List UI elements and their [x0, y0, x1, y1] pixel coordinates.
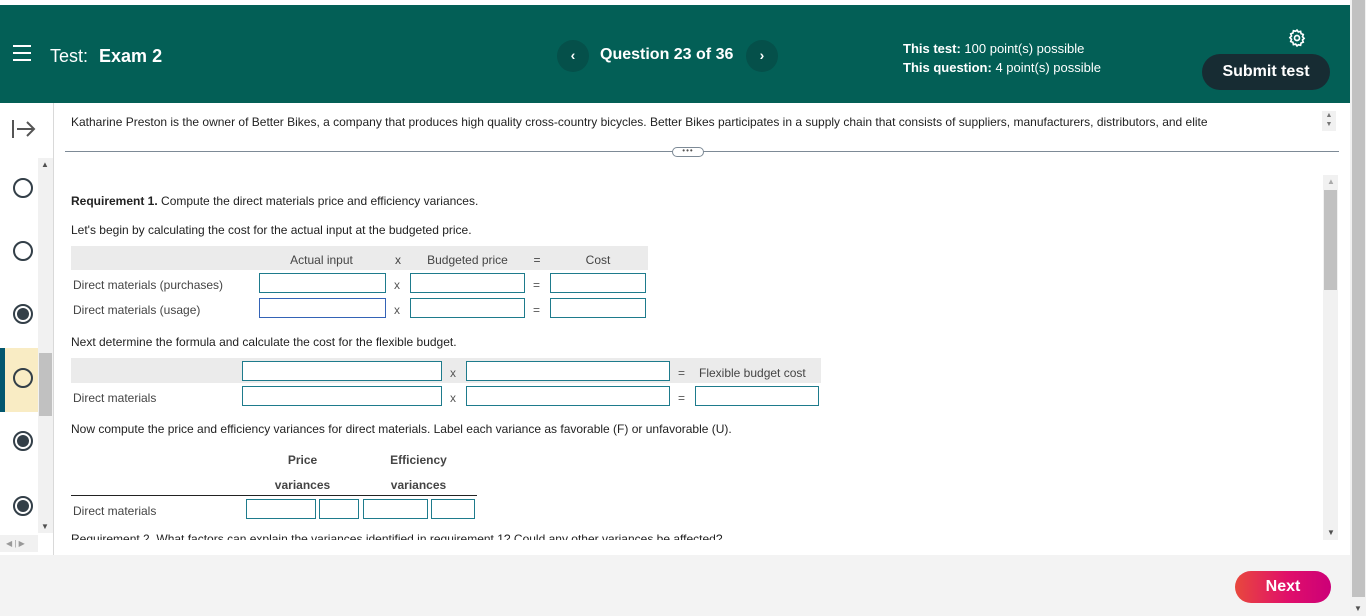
col-header-multiply: x: [395, 253, 401, 267]
purchases-actual-input-field[interactable]: [259, 273, 386, 293]
test-title-name: Exam 2: [99, 46, 163, 66]
answer-pane-scrollbar-thumb[interactable]: [1324, 190, 1337, 290]
flex-term-1-value-field[interactable]: [242, 386, 442, 406]
horizontal-scrollbar[interactable]: ◀ | ▶: [0, 535, 38, 552]
test-title-label: Test:: [50, 46, 89, 66]
price-variances-header-line2: variances: [274, 478, 331, 492]
hamburger-menu-icon[interactable]: [13, 45, 31, 61]
row-label-direct-materials: Direct materials: [73, 504, 157, 518]
question-navigator: ▲ ▼ ◀ | ▶: [0, 103, 54, 555]
col-header-cost: Cost: [585, 253, 611, 267]
price-variances-header-line1: Price: [287, 453, 318, 467]
points-info: This test: 100 point(s) possible This qu…: [903, 39, 1101, 77]
formula-term-2-field[interactable]: [466, 361, 670, 381]
window-scrollbar-thumb[interactable]: [1352, 0, 1365, 597]
divider-drag-handle[interactable]: •••: [672, 147, 704, 157]
efficiency-variance-amount-field[interactable]: [363, 499, 428, 519]
usage-budgeted-price-field[interactable]: [410, 298, 525, 318]
step1-intro: Let's begin by calculating the cost for …: [71, 223, 472, 237]
next-question-button[interactable]: ›: [746, 40, 778, 72]
equals-operator: =: [533, 303, 541, 317]
footer-bar: [0, 555, 1350, 616]
row-label-usage: Direct materials (usage): [73, 303, 201, 317]
flex-term-2-value-field[interactable]: [466, 386, 670, 406]
question-nav-item[interactable]: [0, 158, 38, 222]
submit-test-button[interactable]: Submit test: [1202, 54, 1330, 90]
multiply-operator: x: [394, 303, 400, 317]
step3-intro: Now compute the price and efficiency var…: [71, 422, 732, 436]
row-label-purchases: Direct materials (purchases): [73, 278, 224, 292]
requirement-2-partial: Requirement 2. What factors can explain …: [71, 532, 723, 540]
window-scrollbar[interactable]: ▼: [1350, 0, 1366, 616]
scroll-down-icon[interactable]: ▼: [41, 522, 49, 531]
multiply-operator: x: [450, 366, 456, 380]
requirement-1-label: Requirement 1.: [71, 194, 158, 208]
usage-cost-field[interactable]: [550, 298, 646, 318]
answered-status-icon: [13, 496, 33, 516]
scroll-down-icon[interactable]: ▼: [1327, 528, 1335, 537]
test-points-value: 100 point(s) possible: [964, 41, 1085, 56]
window-scroll-down-icon[interactable]: ▼: [1354, 604, 1362, 613]
step2-intro: Next determine the formula and calculate…: [71, 335, 457, 349]
requirement-1-heading: Requirement 1. Compute the direct materi…: [71, 194, 478, 208]
col-header-equals: =: [533, 253, 541, 267]
scroll-up-icon[interactable]: ▲: [41, 160, 49, 169]
row-label-direct-materials: Direct materials: [73, 391, 157, 405]
header: Test: Exam 2 ‹ Question 23 of 36 › This …: [0, 5, 1350, 103]
equals-operator: =: [678, 391, 686, 405]
efficiency-variance-fu-field[interactable]: [431, 499, 475, 519]
purchases-budgeted-price-field[interactable]: [410, 273, 525, 293]
answered-status-icon: [13, 304, 33, 324]
question-list-scrollbar-thumb[interactable]: [39, 353, 52, 416]
multiply-operator: x: [394, 278, 400, 292]
answer-pane: Requirement 1. Compute the direct materi…: [65, 175, 1322, 540]
unanswered-status-icon: [13, 241, 33, 261]
equals-operator: =: [533, 278, 541, 292]
test-title: Test: Exam 2: [50, 46, 162, 67]
next-button[interactable]: Next: [1235, 571, 1331, 603]
question-nav-item-current[interactable]: [0, 348, 38, 412]
question-stem: Katharine Preston is the owner of Better…: [71, 115, 1208, 129]
table3-header-rule: [71, 495, 477, 496]
col-header-actual-input: Actual input: [290, 253, 353, 267]
answer-pane-scrollbar[interactable]: ▲ ▼: [1323, 175, 1338, 540]
equals-operator: =: [678, 366, 686, 380]
question-nav-item[interactable]: [0, 476, 38, 540]
col-header-budgeted-price: Budgeted price: [427, 253, 508, 267]
expand-panel-icon[interactable]: [10, 117, 38, 141]
flexible-budget-cost-field[interactable]: [695, 386, 819, 406]
test-points-label: This test:: [903, 41, 961, 56]
unanswered-status-icon: [13, 368, 33, 388]
question-points-label: This question:: [903, 60, 992, 75]
question-nav-item[interactable]: [0, 221, 38, 285]
efficiency-variances-header-line1: Efficiency: [390, 453, 447, 467]
flexible-budget-cost-header: Flexible budget cost: [699, 366, 806, 380]
usage-actual-input-field[interactable]: [259, 298, 386, 318]
requirement-1-text: Compute the direct materials price and e…: [157, 194, 479, 208]
price-variance-amount-field[interactable]: [246, 499, 316, 519]
purchases-cost-field[interactable]: [550, 273, 646, 293]
settings-gear-icon[interactable]: [1287, 28, 1307, 48]
stem-scroll-arrows[interactable]: ▲ ▼: [1322, 111, 1336, 131]
question-nav-item[interactable]: [0, 284, 38, 348]
question-nav-item[interactable]: [0, 411, 38, 475]
question-list-scrollbar[interactable]: ▲ ▼: [38, 158, 53, 533]
efficiency-variances-header-line2: variances: [390, 478, 447, 492]
unanswered-status-icon: [13, 178, 33, 198]
formula-term-1-field[interactable]: [242, 361, 442, 381]
question-counter: Question 23 of 36: [600, 46, 734, 63]
multiply-operator: x: [450, 391, 456, 405]
scroll-up-icon[interactable]: ▲: [1327, 177, 1335, 186]
question-points-value: 4 point(s) possible: [995, 60, 1101, 75]
price-variance-fu-field[interactable]: [319, 499, 359, 519]
answered-status-icon: [13, 431, 33, 451]
previous-question-button[interactable]: ‹: [557, 40, 589, 72]
